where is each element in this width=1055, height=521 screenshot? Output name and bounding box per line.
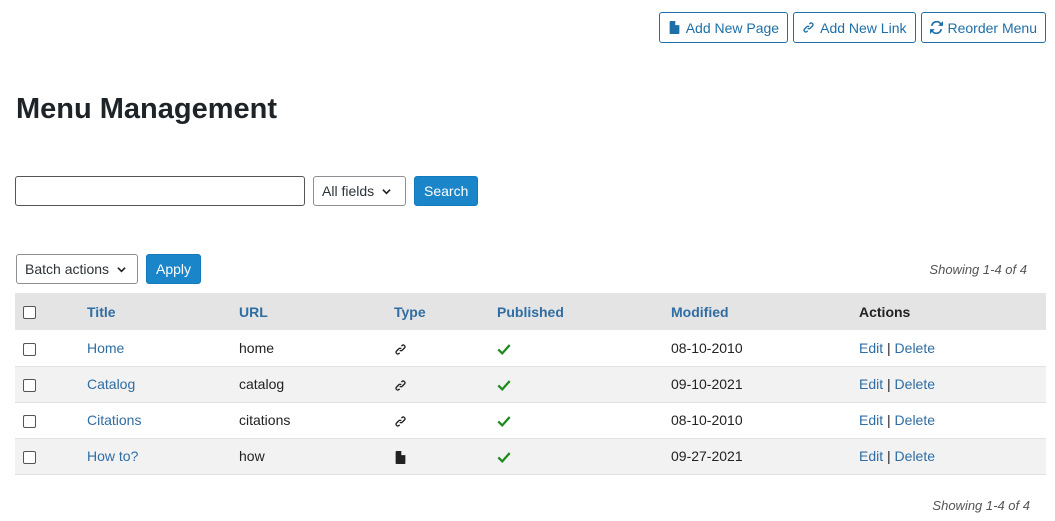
reorder-menu-label: Reorder Menu	[947, 19, 1038, 36]
table-row: Home home 08-10-2010 Edit | Delete	[15, 330, 1046, 367]
table-row: How to? how 09-27-2021 Edit | Delete	[15, 438, 1046, 475]
delete-link[interactable]: Delete	[895, 412, 935, 428]
page-title: Menu Management	[16, 93, 278, 125]
field-select-value: All fields	[322, 183, 375, 199]
check-icon	[497, 344, 511, 355]
published-cell	[497, 402, 671, 439]
refresh-icon	[929, 21, 943, 34]
type-cell	[394, 402, 497, 439]
action-separator: |	[887, 376, 891, 392]
row-checkbox[interactable]	[23, 342, 36, 356]
field-select[interactable]: All fields	[313, 176, 406, 206]
title-cell: Catalog	[87, 366, 239, 403]
url-cell: catalog	[239, 366, 394, 403]
actions-cell: Edit | Delete	[859, 402, 1046, 439]
title-cell: Citations	[87, 402, 239, 439]
row-checkbox[interactable]	[23, 414, 36, 428]
actions-cell: Edit | Delete	[859, 438, 1046, 475]
chevron-down-icon	[117, 266, 126, 272]
menu-table: Title URL Type Published Modified Action…	[15, 293, 1046, 475]
row-select-cell	[15, 366, 87, 403]
action-separator: |	[887, 339, 891, 356]
link-icon	[395, 343, 406, 355]
select-all-cell	[15, 293, 87, 330]
add-new-link-button[interactable]: Add New Link	[793, 12, 916, 43]
type-cell	[394, 438, 497, 475]
row-checkbox[interactable]	[23, 450, 36, 464]
link-icon	[395, 416, 406, 427]
add-new-page-button[interactable]: Add New Page	[658, 12, 789, 43]
search-button[interactable]: Search	[414, 176, 479, 206]
edit-link[interactable]: Edit	[859, 376, 883, 392]
actions-cell: Edit | Delete	[859, 330, 1046, 367]
published-cell	[497, 330, 671, 367]
search-bar: All fields Search	[15, 176, 479, 206]
batch-actions-value: Batch actions	[25, 261, 110, 277]
column-header-published[interactable]: Published	[497, 293, 671, 330]
title-link[interactable]: Citations	[87, 412, 141, 428]
url-cell: how	[239, 438, 394, 475]
column-header-actions: Actions	[859, 293, 1046, 330]
link-icon	[395, 380, 406, 391]
modified-cell: 09-27-2021	[671, 438, 859, 475]
modified-cell: 08-10-2010	[671, 402, 859, 439]
reorder-menu-button[interactable]: Reorder Menu	[920, 12, 1046, 43]
column-header-modified[interactable]: Modified	[671, 293, 859, 330]
select-all-checkbox[interactable]	[23, 306, 36, 320]
delete-link[interactable]: Delete	[895, 340, 935, 356]
top-actions: Add New Page Add New Link Reorder Menu	[658, 12, 1046, 43]
check-icon	[497, 380, 511, 392]
apply-button[interactable]: Apply	[146, 254, 202, 284]
chevron-down-icon	[382, 188, 391, 194]
table-header-row: Title URL Type Published Modified Action…	[15, 293, 1046, 330]
type-cell	[394, 366, 497, 403]
edit-link[interactable]: Edit	[859, 412, 883, 428]
table-row: Citations citations 08-10-2010 Edit | De…	[15, 402, 1046, 439]
modified-cell: 09-10-2021	[671, 366, 859, 403]
batch-actions-bar: Batch actions Apply	[16, 254, 202, 284]
title-link[interactable]: Home	[87, 340, 124, 356]
actions-cell: Edit | Delete	[859, 366, 1046, 403]
page-icon	[669, 21, 680, 34]
pagination-info-bottom: Showing 1-4 of 4	[932, 498, 1030, 513]
column-header-url[interactable]: URL	[239, 293, 394, 330]
title-cell: How to?	[87, 438, 239, 475]
batch-actions-select[interactable]: Batch actions	[16, 254, 138, 284]
check-icon	[497, 452, 511, 464]
edit-link[interactable]: Edit	[859, 340, 883, 356]
add-new-link-label: Add New Link	[820, 19, 907, 36]
table-row: Catalog catalog 09-10-2021 Edit | Delete	[15, 366, 1046, 403]
search-input[interactable]	[15, 176, 305, 206]
modified-cell: 08-10-2010	[671, 330, 859, 367]
url-cell: home	[239, 330, 394, 367]
row-select-cell	[15, 438, 87, 475]
action-separator: |	[887, 448, 891, 464]
delete-link[interactable]: Delete	[895, 448, 935, 464]
published-cell	[497, 366, 671, 403]
title-cell: Home	[87, 330, 239, 367]
edit-link[interactable]: Edit	[859, 448, 883, 464]
delete-link[interactable]: Delete	[895, 376, 935, 392]
row-checkbox[interactable]	[23, 378, 36, 392]
published-cell	[497, 438, 671, 475]
column-header-title[interactable]: Title	[87, 293, 239, 330]
action-separator: |	[887, 412, 891, 428]
check-icon	[497, 416, 511, 428]
title-link[interactable]: How to?	[87, 448, 138, 464]
row-select-cell	[15, 402, 87, 439]
add-new-page-label: Add New Page	[685, 19, 780, 36]
page-icon	[395, 450, 406, 464]
link-icon	[803, 22, 814, 33]
url-cell: citations	[239, 402, 394, 439]
type-cell	[394, 330, 497, 367]
row-select-cell	[15, 330, 87, 367]
title-link[interactable]: Catalog	[87, 376, 135, 392]
column-header-type[interactable]: Type	[394, 293, 497, 330]
pagination-info-top: Showing 1-4 of 4	[929, 262, 1027, 277]
